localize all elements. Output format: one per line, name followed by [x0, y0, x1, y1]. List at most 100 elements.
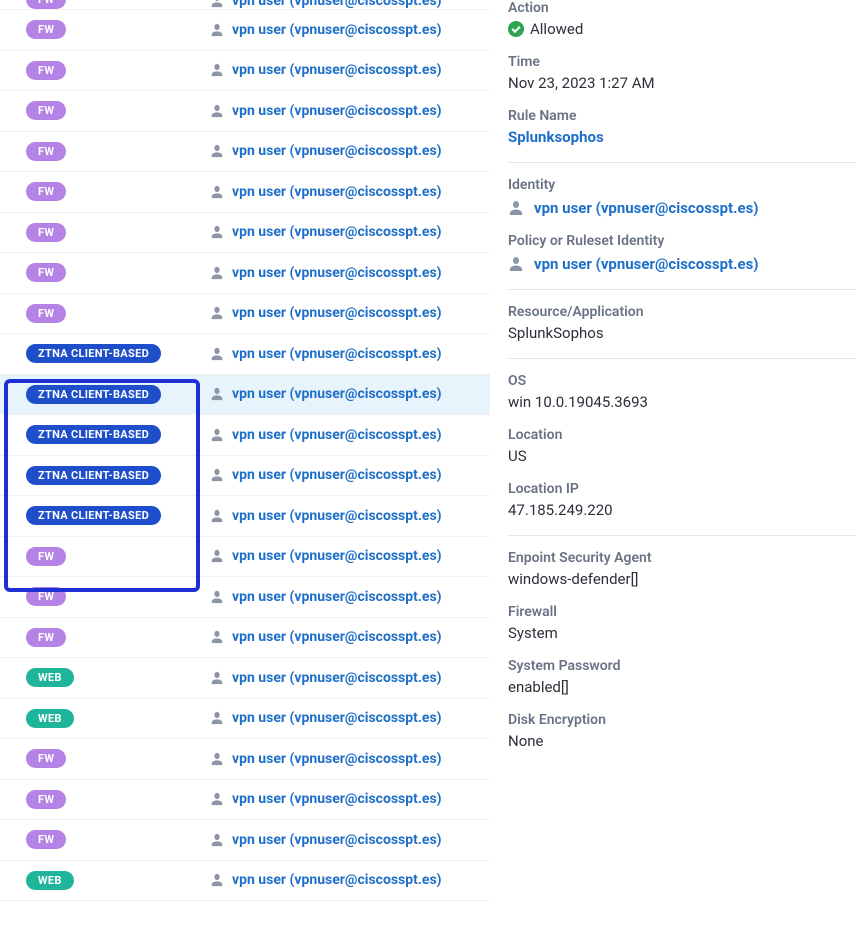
user-icon [210, 0, 224, 8]
user-link[interactable]: vpn user (vpnuser@ciscosspt.es) [232, 62, 442, 78]
badge-cell: FW [0, 101, 210, 120]
table-row[interactable]: FW vpn user (vpnuser@ciscosspt.es) [0, 91, 490, 132]
badge-cell: WEB [0, 709, 210, 728]
table-row[interactable]: FWvpn user (vpnuser@ciscosspt.es) [0, 780, 490, 821]
time-value: Nov 23, 2023 1:27 AM [508, 74, 856, 92]
user-link[interactable]: vpn user (vpnuser@ciscosspt.es) [232, 305, 442, 321]
rule-name-label: Rule Name [508, 108, 856, 124]
firewall-label: Firewall [508, 604, 856, 620]
user-link[interactable]: vpn user (vpnuser@ciscosspt.es) [232, 589, 442, 605]
type-badge: FW [26, 304, 66, 323]
badge-cell: FW [0, 628, 210, 647]
badge-cell: ZTNA CLIENT-BASED [0, 466, 210, 485]
user-link[interactable]: vpn user (vpnuser@ciscosspt.es) [232, 629, 442, 645]
user-link[interactable]: vpn user (vpnuser@ciscosspt.es) [232, 872, 442, 888]
user-link[interactable]: vpn user (vpnuser@ciscosspt.es) [232, 224, 442, 240]
user-link[interactable]: vpn user (vpnuser@ciscosspt.es) [232, 832, 442, 848]
user-icon [210, 144, 224, 158]
user-link[interactable]: vpn user (vpnuser@ciscosspt.es) [232, 508, 442, 524]
table-row[interactable]: FW vpn user (vpnuser@ciscosspt.es) [0, 0, 490, 10]
table-row[interactable]: ZTNA CLIENT-BASED vpn user (vpnuser@cisco… [0, 415, 490, 456]
user-link[interactable]: vpn user (vpnuser@ciscosspt.es) [232, 346, 442, 362]
table-row[interactable]: FW vpn user (vpnuser@ciscosspt.es) [0, 132, 490, 173]
badge-cell: ZTNA CLIENT-BASED [0, 506, 210, 525]
user-icon [210, 873, 224, 887]
type-badge: ZTNA CLIENT-BASED [26, 425, 161, 444]
type-badge: WEB [26, 668, 74, 687]
detail-panel: Action Allowed Time Nov 23, 2023 1:27 AM… [490, 0, 866, 901]
user-link[interactable]: vpn user (vpnuser@ciscosspt.es) [232, 386, 442, 402]
rule-name-link[interactable]: Splunksophos [508, 128, 856, 146]
type-badge: ZTNA CLIENT-BASED [26, 344, 161, 363]
user-cell: vpn user (vpnuser@ciscosspt.es) [210, 265, 490, 281]
user-link[interactable]: vpn user (vpnuser@ciscosspt.es) [232, 103, 442, 119]
user-link[interactable]: vpn user (vpnuser@ciscosspt.es) [232, 548, 442, 564]
table-row[interactable]: ZTNA CLIENT-BASED vpn user (vpnuser@cisco… [0, 496, 490, 537]
user-cell: vpn user (vpnuser@ciscosspt.es) [210, 386, 490, 402]
user-cell: vpn user (vpnuser@ciscosspt.es) [210, 346, 490, 362]
table-row[interactable]: FW vpn user (vpnuser@ciscosspt.es) [0, 10, 490, 51]
user-link[interactable]: vpn user (vpnuser@ciscosspt.es) [232, 751, 442, 767]
table-row[interactable]: FW vpn user (vpnuser@ciscosspt.es) [0, 51, 490, 92]
type-badge: FW [26, 749, 66, 768]
type-badge: FW [26, 182, 66, 201]
user-link[interactable]: vpn user (vpnuser@ciscosspt.es) [232, 184, 442, 200]
user-link[interactable]: vpn user (vpnuser@ciscosspt.es) [232, 467, 442, 483]
table-row[interactable]: FWvpn user (vpnuser@ciscosspt.es) [0, 537, 490, 578]
endpoint-value: windows-defender[] [508, 570, 856, 588]
type-badge: FW [26, 101, 66, 120]
badge-cell: FW [0, 223, 210, 242]
badge-cell: FW [0, 142, 210, 161]
user-icon [210, 306, 224, 320]
type-badge: ZTNA CLIENT-BASED [26, 506, 161, 525]
table-row[interactable]: WEBvpn user (vpnuser@ciscosspt.es) [0, 861, 490, 902]
user-icon [210, 23, 224, 37]
type-badge: FW [26, 142, 66, 161]
user-cell: vpn user (vpnuser@ciscosspt.es) [210, 103, 490, 119]
table-row[interactable]: FWvpn user (vpnuser@ciscosspt.es) [0, 820, 490, 861]
table-row[interactable]: FW vpn user (vpnuser@ciscosspt.es) [0, 172, 490, 213]
user-cell: vpn user (vpnuser@ciscosspt.es) [210, 224, 490, 240]
user-link[interactable]: vpn user (vpnuser@ciscosspt.es) [232, 143, 442, 159]
user-cell: vpn user (vpnuser@ciscosspt.es) [210, 143, 490, 159]
table-row[interactable]: FW vpn user (vpnuser@ciscosspt.es) [0, 618, 490, 659]
table-row[interactable]: ZTNA CLIENT-BASED vpn user (vpnuser@cisco… [0, 375, 490, 416]
policy-identity-link[interactable]: vpn user (vpnuser@ciscosspt.es) [534, 255, 759, 273]
table-row[interactable]: FW vpn user (vpnuser@ciscosspt.es) [0, 294, 490, 335]
badge-cell: FW [0, 0, 210, 9]
user-link[interactable]: vpn user (vpnuser@ciscosspt.es) [232, 710, 442, 726]
user-cell: vpn user (vpnuser@ciscosspt.es) [210, 872, 490, 888]
user-icon [210, 590, 224, 604]
location-label: Location [508, 427, 856, 443]
table-row[interactable]: ZTNA CLIENT-BASED vpn user (vpnuser@cisco… [0, 456, 490, 497]
type-badge: ZTNA CLIENT-BASED [26, 466, 161, 485]
table-row[interactable]: WEB vpn user (vpnuser@ciscosspt.es) [0, 658, 490, 699]
resource-value: SplunkSophos [508, 324, 856, 342]
table-row[interactable]: WEB vpn user (vpnuser@ciscosspt.es) [0, 699, 490, 740]
table-row[interactable]: FW vpn user (vpnuser@ciscosspt.es) [0, 739, 490, 780]
user-link[interactable]: vpn user (vpnuser@ciscosspt.es) [232, 670, 442, 686]
badge-cell: FW [0, 182, 210, 201]
table-row[interactable]: FWvpn user (vpnuser@ciscosspt.es) [0, 253, 490, 294]
identity-link[interactable]: vpn user (vpnuser@ciscosspt.es) [534, 199, 759, 217]
type-badge: ZTNA CLIENT-BASED [26, 385, 161, 404]
user-icon [210, 711, 224, 725]
type-badge: FW [26, 20, 66, 39]
user-icon [210, 387, 224, 401]
table-row[interactable]: FW vpn user (vpnuser@ciscosspt.es) [0, 213, 490, 254]
user-link[interactable]: vpn user (vpnuser@ciscosspt.es) [232, 0, 442, 9]
badge-cell: FW [0, 61, 210, 80]
user-link[interactable]: vpn user (vpnuser@ciscosspt.es) [232, 22, 442, 38]
user-link[interactable]: vpn user (vpnuser@ciscosspt.es) [232, 791, 442, 807]
os-label: OS [508, 373, 856, 389]
table-row[interactable]: FWvpn user (vpnuser@ciscosspt.es) [0, 577, 490, 618]
badge-cell: ZTNA CLIENT-BASED [0, 425, 210, 444]
user-icon [210, 468, 224, 482]
table-row[interactable]: ZTNA CLIENT-BASED vpn user (vpnuser@cisco… [0, 334, 490, 375]
user-cell: vpn user (vpnuser@ciscosspt.es) [210, 467, 490, 483]
user-icon [210, 428, 224, 442]
user-link[interactable]: vpn user (vpnuser@ciscosspt.es) [232, 265, 442, 281]
badge-cell: FW [0, 749, 210, 768]
user-link[interactable]: vpn user (vpnuser@ciscosspt.es) [232, 427, 442, 443]
user-cell: vpn user (vpnuser@ciscosspt.es) [210, 832, 490, 848]
